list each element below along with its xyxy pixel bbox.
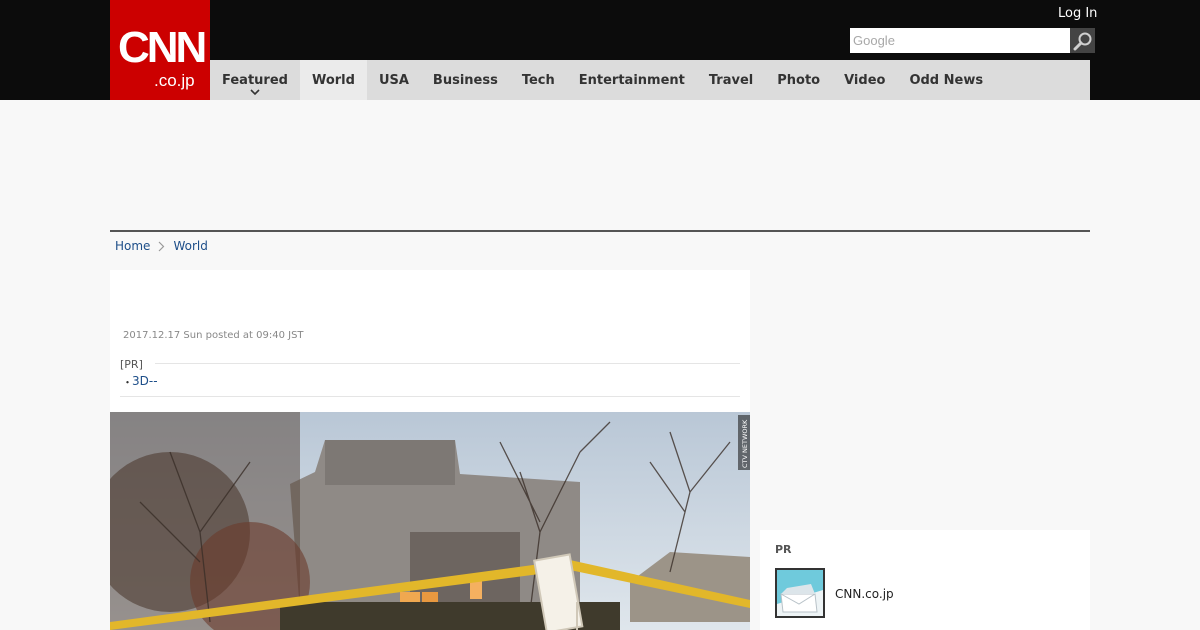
nav-featured[interactable]: Featured: [210, 60, 300, 100]
chevron-down-icon: [250, 89, 260, 96]
magnifier-icon: [1073, 32, 1091, 50]
breadcrumb: Home World: [115, 238, 208, 254]
nav-business-label: Business: [432, 72, 498, 88]
section-divider: [110, 230, 1090, 232]
nav-travel[interactable]: Travel: [697, 60, 765, 100]
pr-divider-bottom: [120, 396, 740, 397]
nav-tech[interactable]: Tech: [510, 60, 567, 100]
nav-world-label: World: [311, 72, 355, 88]
pr-divider-top: [155, 363, 740, 364]
article-card: 2017.12.17 Sun posted at 09:40 JST [PR] …: [110, 270, 750, 630]
sidebar-pr-box: PR CNN.co.jp: [760, 530, 1090, 630]
nav-odd-news[interactable]: Odd News: [897, 60, 995, 100]
search-button[interactable]: [1070, 28, 1095, 53]
nav-usa[interactable]: USA: [367, 60, 421, 100]
nav-usa-label: USA: [378, 72, 409, 88]
scene-illustration: [110, 412, 750, 630]
nav-photo-label: Photo: [777, 72, 821, 88]
nav-video-label: Video: [844, 72, 886, 88]
nav-world[interactable]: World: [299, 60, 367, 100]
site-header: CNN .co.jp Log In Featured World USA Bus…: [0, 0, 1200, 100]
photo-watermark-text: CTV NETWORK: [741, 419, 749, 468]
logo-domain: .co.jp: [154, 71, 195, 90]
nav-video[interactable]: Video: [832, 60, 897, 100]
sidebar-pr-thumbnail[interactable]: [775, 568, 825, 618]
breadcrumb-home[interactable]: Home: [115, 239, 150, 253]
chevron-right-icon: [158, 241, 165, 252]
sidebar-pr-link[interactable]: CNN.co.jp: [835, 587, 894, 601]
main-nav: Featured World USA Business Tech Enterta…: [210, 60, 1090, 100]
logo-wordmark: CNN: [118, 23, 207, 72]
nav-tech-label: Tech: [521, 72, 555, 88]
nav-travel-label: Travel: [708, 72, 754, 88]
mail-envelope-icon: [777, 570, 823, 616]
nav-entertainment-label: Entertainment: [578, 72, 685, 88]
nav-business[interactable]: Business: [421, 60, 510, 100]
nav-photo[interactable]: Photo: [765, 60, 832, 100]
nav-odd-news-label: Odd News: [909, 72, 984, 88]
breadcrumb-world[interactable]: World: [173, 239, 207, 253]
sidebar-pr-title: PR: [775, 543, 792, 556]
article-timestamp: 2017.12.17 Sun posted at 09:40 JST: [123, 330, 304, 341]
article-photo[interactable]: [110, 412, 750, 630]
login-link[interactable]: Log In: [1058, 6, 1097, 21]
pr-label: [PR]: [120, 358, 143, 371]
photo-watermark: CTV NETWORK: [738, 415, 750, 470]
site-logo[interactable]: CNN .co.jp: [110, 0, 210, 100]
pr-link[interactable]: 3D--: [132, 374, 158, 388]
nav-entertainment[interactable]: Entertainment: [567, 60, 697, 100]
nav-featured-label: Featured: [222, 72, 288, 88]
search-input[interactable]: [850, 28, 1070, 53]
